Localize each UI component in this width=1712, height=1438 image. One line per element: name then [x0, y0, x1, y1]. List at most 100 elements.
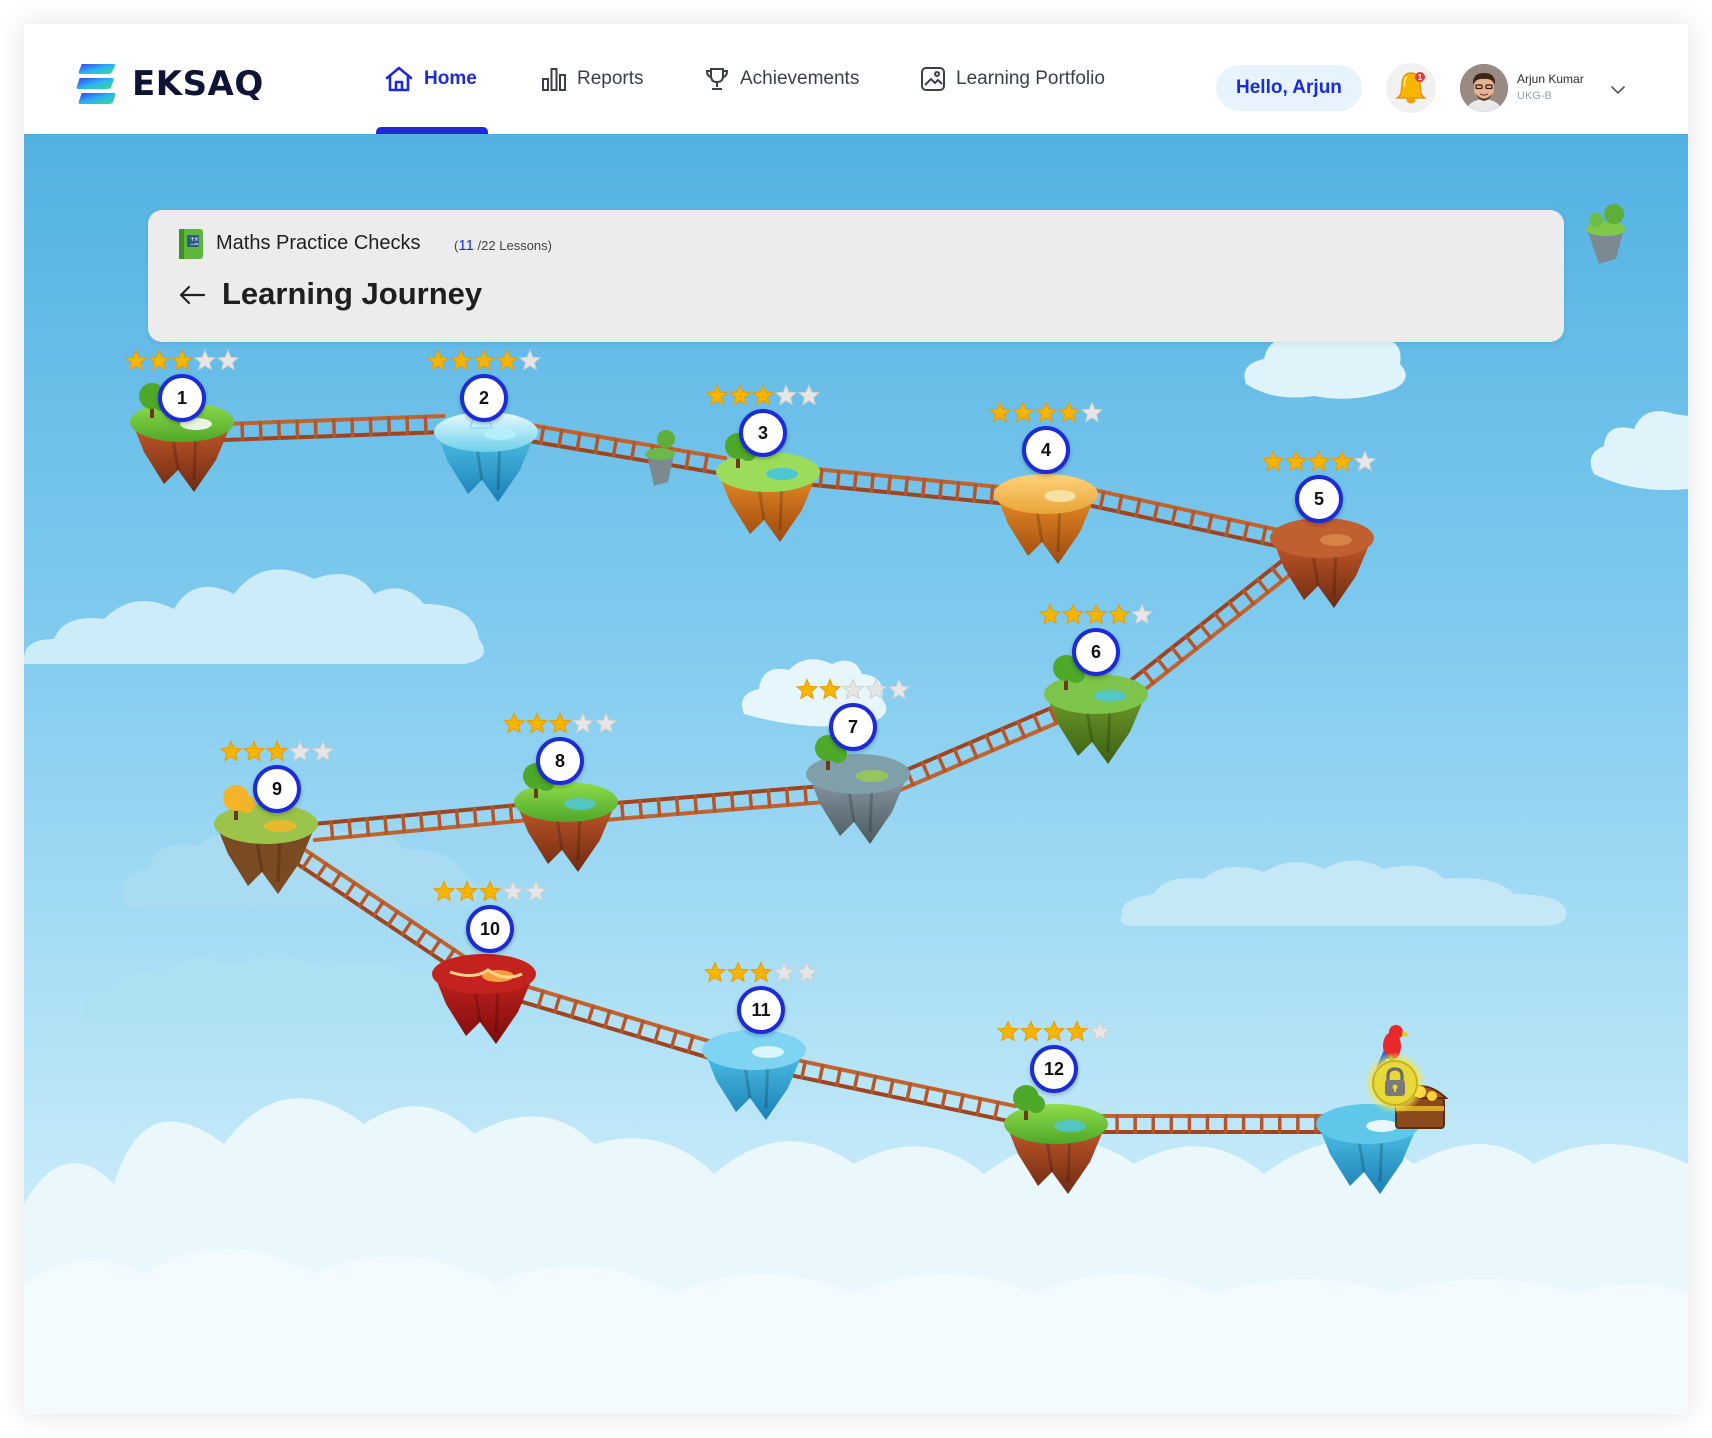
star-filled-icon — [242, 740, 266, 762]
star-filled-icon — [726, 961, 750, 983]
star-empty-icon — [594, 712, 618, 734]
nav-home[interactable]: Home — [384, 24, 477, 134]
star-empty-icon — [571, 712, 595, 734]
island-canyon — [1270, 518, 1374, 608]
star-empty-icon — [795, 961, 819, 983]
level-node-3[interactable]: 3 — [739, 409, 787, 457]
star-filled-icon — [728, 384, 752, 406]
journey-map: 1 2 3 4 5 6 7 8 9 10 11 12 + × − = Maths… — [24, 134, 1688, 1414]
star-filled-icon — [751, 384, 775, 406]
journey-header-card: + × − = Maths Practice Checks (11 /22 Le… — [148, 210, 1564, 342]
level-node-8[interactable]: 8 — [536, 737, 584, 785]
locked-level-button[interactable] — [1364, 1052, 1426, 1114]
user-menu-chevron[interactable] — [1610, 82, 1626, 100]
star-filled-icon — [1065, 1020, 1089, 1042]
level-node-2[interactable]: 2 — [460, 374, 508, 422]
ladder-bridge — [1127, 543, 1313, 697]
lock-icon — [1364, 1052, 1426, 1114]
nav-reports[interactable]: Reports — [541, 24, 644, 134]
level-node-7[interactable]: 7 — [829, 703, 877, 751]
avatar[interactable] — [1460, 64, 1508, 112]
star-filled-icon — [1284, 450, 1308, 472]
back-button[interactable] — [178, 284, 206, 311]
notification-count: 1 — [1418, 73, 1423, 82]
active-tab-indicator — [376, 127, 488, 134]
star-filled-icon — [426, 349, 450, 371]
arrow-left-icon — [179, 285, 206, 305]
lessons-done: 11 — [458, 237, 474, 254]
star-rating — [1038, 603, 1154, 625]
cloud-decoration — [1120, 860, 1567, 926]
page-title: Learning Journey — [222, 276, 483, 311]
star-filled-icon — [495, 349, 519, 371]
brand-logo[interactable]: EKSAQ — [76, 62, 264, 106]
level-node-9[interactable]: 9 — [253, 765, 301, 813]
lessons-total: /22 Lessons — [477, 238, 548, 253]
star-filled-icon — [219, 740, 243, 762]
star-filled-icon — [705, 384, 729, 406]
level-node-12[interactable]: 12 — [1030, 1045, 1078, 1093]
star-filled-icon — [1019, 1020, 1043, 1042]
star-filled-icon — [1038, 603, 1062, 625]
level-number: 2 — [478, 387, 489, 408]
level-number: 7 — [847, 716, 858, 737]
level-node-1[interactable]: 1 — [158, 374, 206, 422]
star-filled-icon — [472, 349, 496, 371]
notifications-button[interactable]: 1 — [1386, 63, 1436, 113]
level-number: 10 — [479, 918, 501, 939]
lesson-progress: (11 /22 Lessons) — [454, 237, 552, 254]
star-filled-icon — [1042, 1020, 1066, 1042]
level-node-4[interactable]: 4 — [1022, 426, 1070, 474]
greeting-chip: Hello, Arjun — [1216, 65, 1362, 111]
star-filled-icon — [502, 712, 526, 734]
star-empty-icon — [1353, 450, 1377, 472]
star-filled-icon — [1261, 450, 1285, 472]
level-number: 9 — [271, 778, 282, 799]
star-filled-icon — [1084, 603, 1108, 625]
island-rock — [806, 735, 910, 844]
star-empty-icon — [772, 961, 796, 983]
level-number: 6 — [1090, 641, 1101, 662]
ladder-bridge — [1097, 1114, 1336, 1134]
course-book-icon-wrap: + × − = — [178, 228, 204, 265]
ladder-bridge — [520, 422, 728, 476]
star-filled-icon — [124, 349, 148, 371]
level-number: 5 — [1313, 488, 1324, 509]
top-navigation: EKSAQ Home Reports Achievements Learning… — [24, 24, 1688, 134]
ladder-bridge — [601, 784, 827, 822]
star-rating — [988, 401, 1104, 423]
star-filled-icon — [265, 740, 289, 762]
level-node-5[interactable]: 5 — [1295, 475, 1343, 523]
star-empty-icon — [1080, 401, 1104, 423]
cloud-decoration — [1590, 411, 1688, 490]
star-empty-icon — [524, 880, 548, 902]
island-desert — [994, 474, 1098, 564]
star-filled-icon — [147, 349, 171, 371]
star-rating — [502, 712, 618, 734]
nav-achievements[interactable]: Achievements — [704, 24, 859, 134]
level-number: 11 — [751, 999, 771, 1020]
star-empty-icon — [518, 349, 542, 371]
cloud-decoration — [24, 569, 484, 664]
nav-achievements-label: Achievements — [740, 68, 860, 89]
star-filled-icon — [996, 1020, 1020, 1042]
ladder-bridge — [1080, 486, 1286, 549]
level-number: 8 — [554, 750, 565, 771]
star-empty-icon — [501, 880, 525, 902]
star-filled-icon — [1057, 401, 1081, 423]
star-filled-icon — [1330, 450, 1354, 472]
level-node-11[interactable]: 11 — [737, 986, 785, 1034]
home-icon — [385, 66, 413, 92]
star-filled-icon — [170, 349, 194, 371]
star-rating — [996, 1020, 1112, 1042]
star-empty-icon — [216, 349, 240, 371]
nav-learning-portfolio[interactable]: Learning Portfolio — [920, 24, 1105, 134]
user-avatar-icon — [1460, 64, 1508, 112]
level-node-10[interactable]: 10 — [466, 905, 514, 953]
star-filled-icon — [1307, 450, 1331, 472]
star-rating — [1261, 450, 1377, 472]
level-node-6[interactable]: 6 — [1072, 628, 1120, 676]
nav-learning-portfolio-label: Learning Portfolio — [956, 68, 1105, 89]
math-book-icon: + × − = — [179, 229, 203, 259]
star-filled-icon — [988, 401, 1012, 423]
